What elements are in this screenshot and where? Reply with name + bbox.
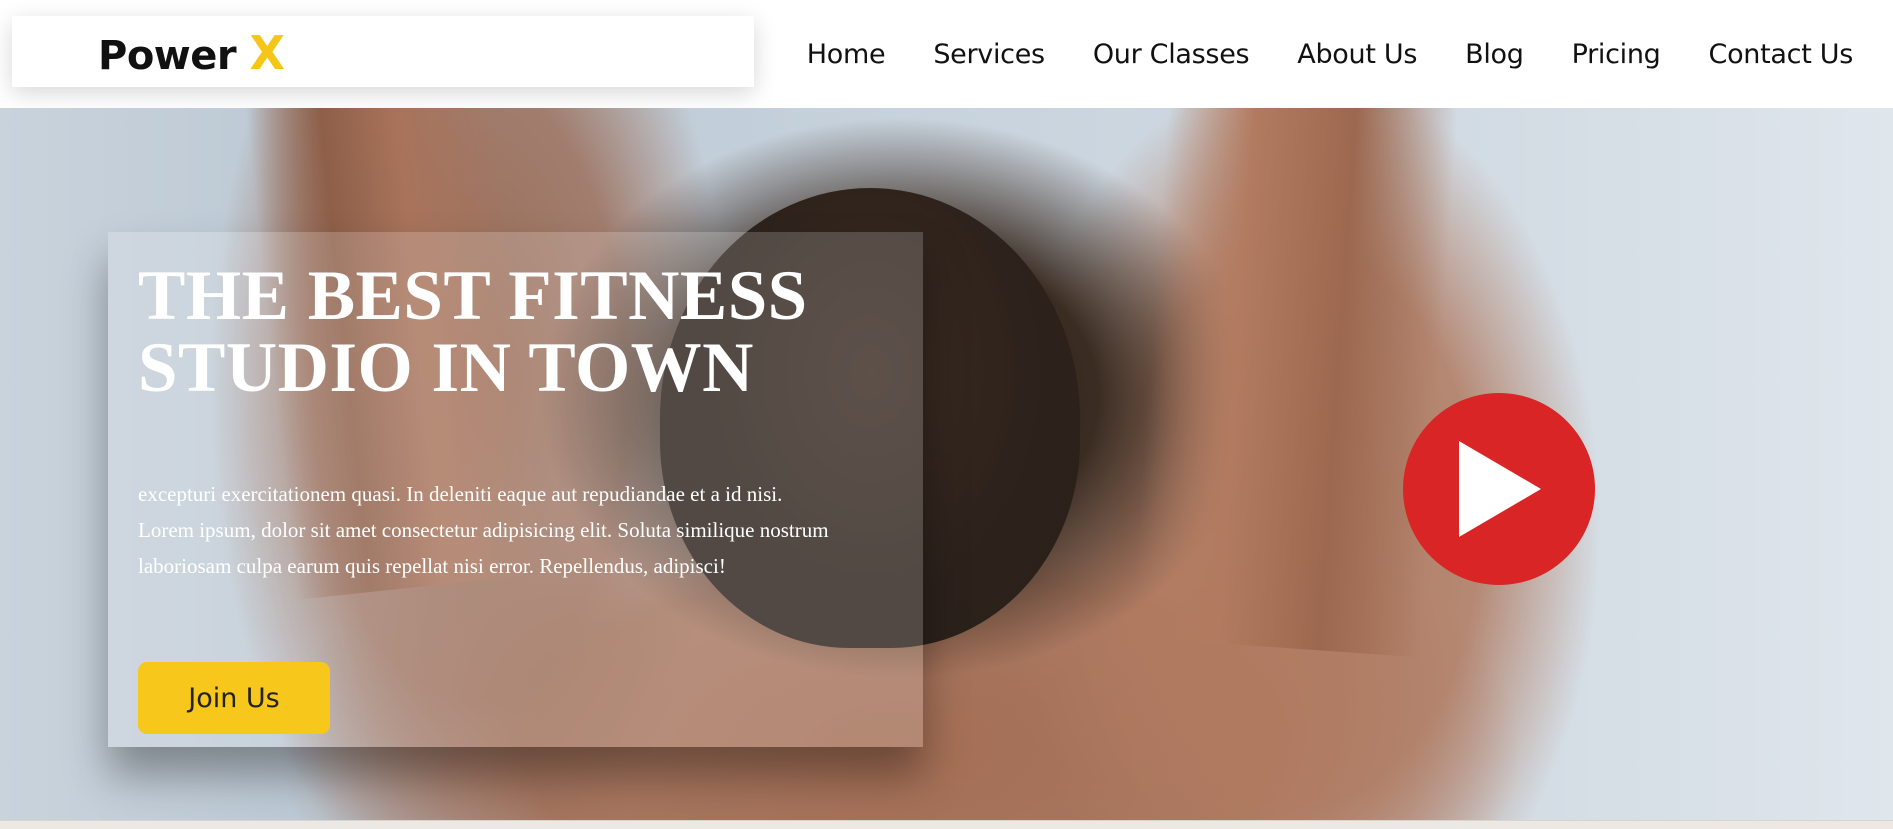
logo-container: Power X: [12, 16, 754, 87]
join-us-button[interactable]: Join Us: [138, 662, 330, 734]
play-video-button[interactable]: [1403, 393, 1595, 585]
hero-section: THE BEST FITNESS STUDIO IN TOWN exceptur…: [0, 108, 1893, 820]
brand-name: Power: [98, 33, 250, 79]
play-icon: [1459, 441, 1541, 537]
nav-services[interactable]: Services: [933, 39, 1045, 70]
hero-card: THE BEST FITNESS STUDIO IN TOWN exceptur…: [108, 232, 923, 747]
site-header: Power X Home Services Our Classes About …: [0, 0, 1893, 108]
nav-our-classes[interactable]: Our Classes: [1093, 39, 1250, 70]
hero-text-line1: excepturi exercitationem quasi. In delen…: [138, 482, 783, 506]
hero-text-line3: laboriosam culpa earum quis repellat nis…: [138, 554, 726, 578]
nav-pricing[interactable]: Pricing: [1572, 39, 1661, 70]
nav-home[interactable]: Home: [807, 39, 886, 70]
hero-title: THE BEST FITNESS STUDIO IN TOWN: [138, 260, 898, 404]
nav-about-us[interactable]: About Us: [1297, 39, 1417, 70]
main-nav: Home Services Our Classes About Us Blog …: [807, 32, 1854, 76]
hero-title-line1: THE BEST FITNESS: [138, 257, 808, 335]
nav-blog[interactable]: Blog: [1465, 39, 1524, 70]
brand-logo[interactable]: Power X: [98, 26, 285, 80]
brand-accent: X: [249, 26, 285, 80]
nav-contact-us[interactable]: Contact Us: [1709, 39, 1854, 70]
hero-description: excepturi exercitationem quasi. In delen…: [138, 476, 898, 584]
hero-title-line2: STUDIO IN TOWN: [138, 329, 754, 407]
hero-text-line2: Lorem ipsum, dolor sit amet consectetur …: [138, 518, 829, 542]
